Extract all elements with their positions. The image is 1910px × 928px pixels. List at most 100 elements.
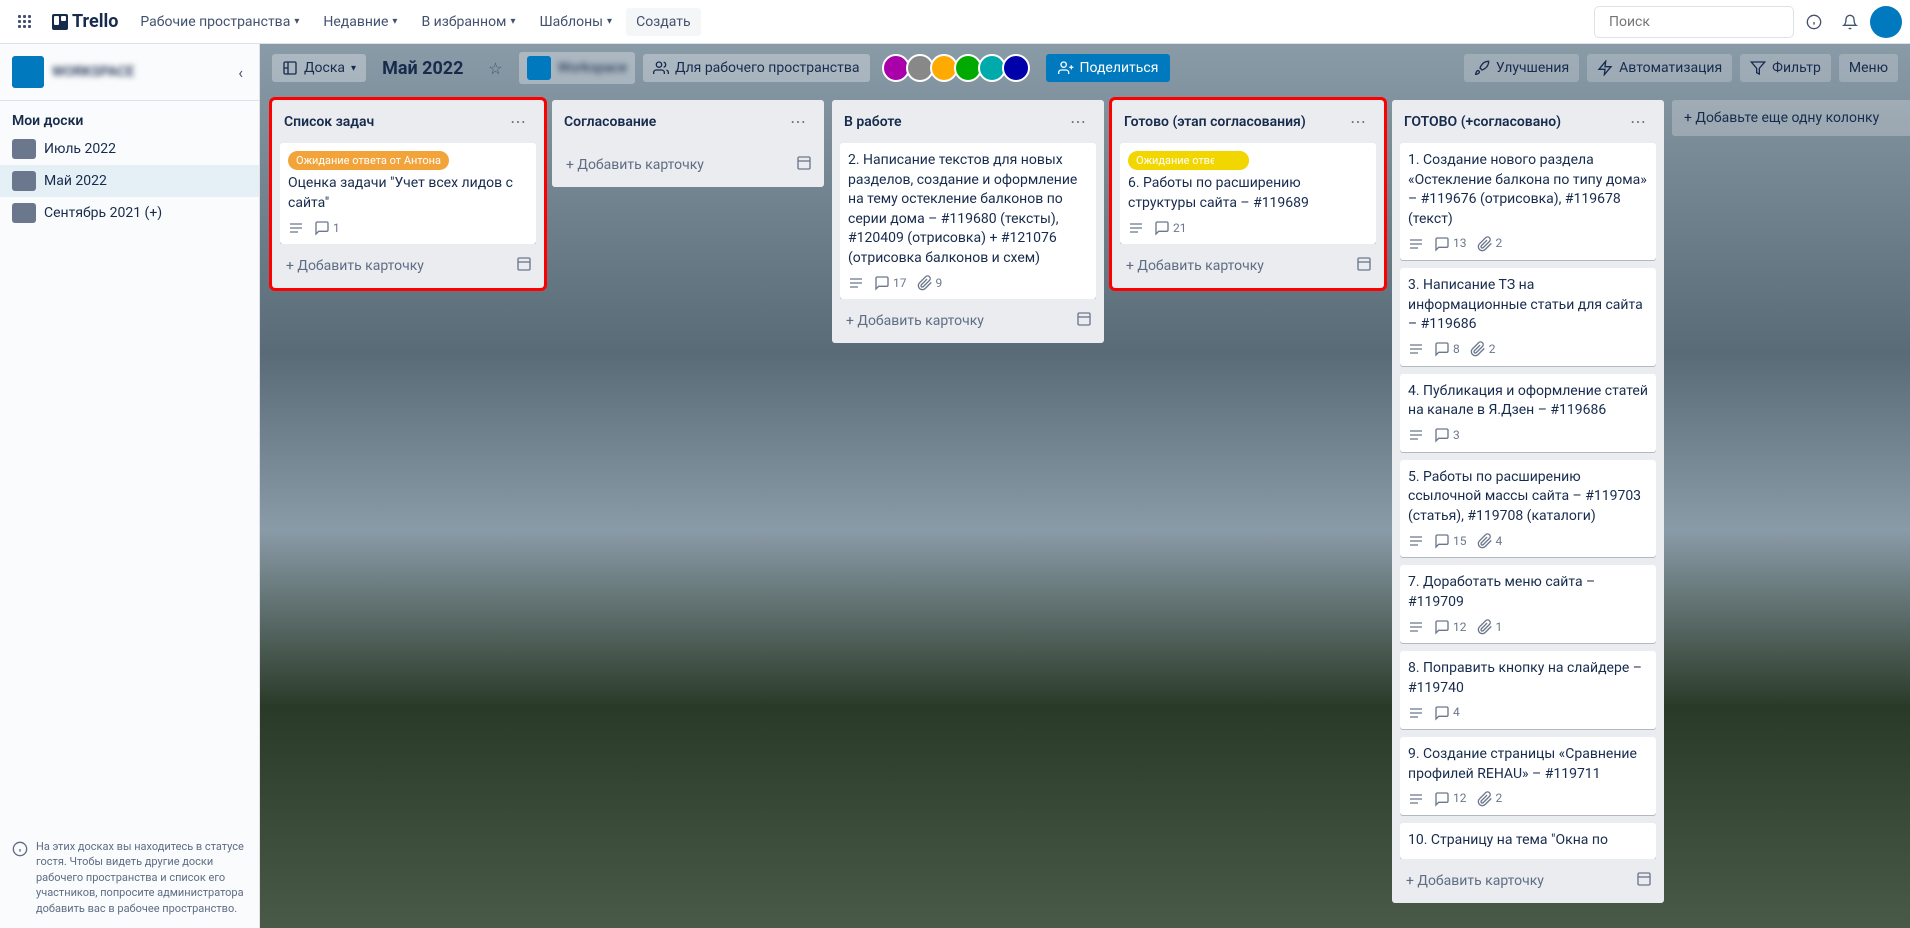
- list-menu-button[interactable]: ⋯: [1064, 110, 1092, 133]
- list-title[interactable]: Список задач: [284, 114, 374, 130]
- list-footer: + Добавить карточку: [552, 143, 824, 187]
- attachments-badge: 2: [1477, 790, 1503, 807]
- sidebar-footer: На этих досках вы находитесь в статусе г…: [0, 827, 259, 928]
- card[interactable]: 5. Работы по расширению ссылочной массы …: [1400, 460, 1656, 558]
- automation-button[interactable]: Автоматизация: [1587, 54, 1732, 82]
- star-button[interactable]: ☆: [479, 52, 511, 84]
- list-header: ГОТОВО (+согласовано) ⋯: [1392, 100, 1664, 143]
- card-label: Ожидание ответа от Антона: [288, 151, 449, 170]
- card[interactable]: 4. Публикация и оформление статей на кан…: [1400, 374, 1656, 452]
- notifications-button[interactable]: [1834, 6, 1866, 38]
- list: Готово (этап согласования) ⋯ Ожидание отве…: [1112, 100, 1384, 288]
- board-item-name: Июль 2022: [44, 141, 116, 157]
- user-avatar[interactable]: [1870, 6, 1902, 38]
- list-menu-button[interactable]: ⋯: [504, 110, 532, 133]
- add-card-button[interactable]: + Добавить карточку: [280, 252, 506, 280]
- card[interactable]: Ожидание ответа от6. Работы по расширени…: [1120, 143, 1376, 244]
- template-button[interactable]: [512, 252, 536, 280]
- logo[interactable]: Trello: [44, 11, 126, 32]
- list-title[interactable]: Готово (этап согласования): [1124, 114, 1306, 130]
- board-header-right: Улучшения Автоматизация Фильтр Меню: [1464, 54, 1898, 82]
- sidebar-board-item[interactable]: Сентябрь 2021 (+): [0, 197, 259, 229]
- list: Согласование ⋯ + Добавить карточку: [552, 100, 824, 187]
- logo-text: Trello: [72, 11, 118, 32]
- apps-switcher-button[interactable]: [8, 6, 40, 38]
- template-button[interactable]: [792, 151, 816, 179]
- list-menu-button[interactable]: ⋯: [784, 110, 812, 133]
- card[interactable]: 10. Страницу на тема "Окна по: [1400, 823, 1656, 859]
- sidebar-board-item[interactable]: Май 2022: [0, 165, 259, 197]
- list-footer: + Добавить карточку: [832, 299, 1104, 343]
- card[interactable]: 1. Создание нового раздела «Остекление б…: [1400, 143, 1656, 260]
- card-badges: 12 2: [1408, 790, 1648, 807]
- search-box[interactable]: [1594, 6, 1794, 38]
- menu-button[interactable]: Меню: [1839, 54, 1898, 82]
- improvements-button[interactable]: Улучшения: [1464, 54, 1579, 82]
- card-badges: 4: [1408, 704, 1648, 721]
- add-card-button[interactable]: + Добавить карточку: [1120, 252, 1346, 280]
- cards: Ожидание ответа от6. Работы по расширени…: [1112, 143, 1384, 244]
- chevron-down-icon: ▾: [607, 16, 612, 27]
- template-button[interactable]: [1352, 252, 1376, 280]
- visibility-button[interactable]: Для рабочего пространства: [643, 54, 870, 82]
- list-header: Список задач ⋯: [272, 100, 544, 143]
- board-header: Доска ▾ Май 2022 ☆ Workspace Для рабочег…: [260, 44, 1910, 92]
- board-members[interactable]: [886, 54, 1030, 82]
- bolt-icon: [1597, 60, 1613, 76]
- sidebar-board-item[interactable]: Июль 2022: [0, 133, 259, 165]
- nav-workspaces[interactable]: Рабочие пространства▾: [130, 8, 309, 36]
- list: Список задач ⋯ Ожидание ответа от АнтонаОц…: [272, 100, 544, 288]
- board-title[interactable]: Май 2022: [374, 58, 471, 79]
- sidebar-footer-text: На этих досках вы находитесь в статусе г…: [36, 839, 247, 916]
- card[interactable]: 8. Поправить кнопку на слайдере – #11974…: [1400, 651, 1656, 729]
- card[interactable]: 2. Написание текстов для новых разделов,…: [840, 143, 1096, 299]
- search-input[interactable]: [1609, 14, 1787, 30]
- list-title[interactable]: В работе: [844, 114, 902, 130]
- info-button[interactable]: [1798, 6, 1830, 38]
- top-nav: Trello Рабочие пространства▾ Недавние▾ В…: [0, 0, 1910, 44]
- card[interactable]: 3. Написание ТЗ на информационные статьи…: [1400, 268, 1656, 366]
- collapse-sidebar-button[interactable]: ‹: [234, 59, 247, 86]
- card-badges: 3: [1408, 427, 1648, 444]
- card-text: 9. Создание страницы «Сравнение профилей…: [1408, 746, 1637, 782]
- card-badges: 17 9: [848, 275, 1088, 292]
- list-header: Готово (этап согласования) ⋯: [1112, 100, 1384, 143]
- description-badge: [288, 220, 304, 236]
- card-badges: 15 4: [1408, 533, 1648, 550]
- nav-create[interactable]: Создать: [626, 8, 701, 36]
- list-title[interactable]: Согласование: [564, 114, 656, 130]
- sidebar: WORKSPACE ‹ Мои доски Июль 2022Май 2022С…: [0, 44, 260, 928]
- comments-badge: 15: [1434, 533, 1467, 550]
- add-card-button[interactable]: + Добавить карточку: [560, 151, 786, 179]
- nav-templates[interactable]: Шаблоны▾: [529, 8, 622, 36]
- add-card-button[interactable]: + Добавить карточку: [840, 307, 1066, 335]
- card[interactable]: 7. Доработать меню сайта – #119709 12 1: [1400, 565, 1656, 643]
- card[interactable]: Ожидание ответа от АнтонаОценка задачи "…: [280, 143, 536, 244]
- template-button[interactable]: [1072, 307, 1096, 335]
- nav-starred[interactable]: В избранном▾: [411, 8, 525, 36]
- nav-recent[interactable]: Недавние▾: [313, 8, 407, 36]
- attachments-badge: 2: [1470, 341, 1496, 358]
- attachments-badge: 2: [1477, 235, 1503, 252]
- card-badges: 1: [288, 220, 528, 237]
- list-title[interactable]: ГОТОВО (+согласовано): [1404, 114, 1561, 130]
- list-menu-button[interactable]: ⋯: [1624, 110, 1652, 133]
- list-menu-button[interactable]: ⋯: [1344, 110, 1372, 133]
- card[interactable]: 9. Создание страницы «Сравнение профилей…: [1400, 737, 1656, 815]
- cards: 2. Написание текстов для новых разделов,…: [832, 143, 1104, 299]
- share-button[interactable]: Поделиться: [1046, 54, 1171, 82]
- comments-badge: 12: [1434, 790, 1467, 807]
- member-avatar[interactable]: [1002, 54, 1030, 82]
- view-switcher[interactable]: Доска ▾: [272, 54, 366, 82]
- filter-button[interactable]: Фильтр: [1740, 54, 1831, 82]
- list-header: Согласование ⋯: [552, 100, 824, 143]
- description-badge: [848, 275, 864, 291]
- sidebar-section-title: Мои доски: [0, 101, 259, 133]
- board-thumb: [12, 203, 36, 223]
- workspace-chip[interactable]: Workspace: [519, 52, 635, 84]
- board-icon: [282, 60, 298, 76]
- template-button[interactable]: [1632, 867, 1656, 895]
- main-layout: WORKSPACE ‹ Мои доски Июль 2022Май 2022С…: [0, 44, 1910, 928]
- add-list-button[interactable]: + Добавьте еще одну колонку: [1672, 100, 1910, 136]
- add-card-button[interactable]: + Добавить карточку: [1400, 867, 1626, 895]
